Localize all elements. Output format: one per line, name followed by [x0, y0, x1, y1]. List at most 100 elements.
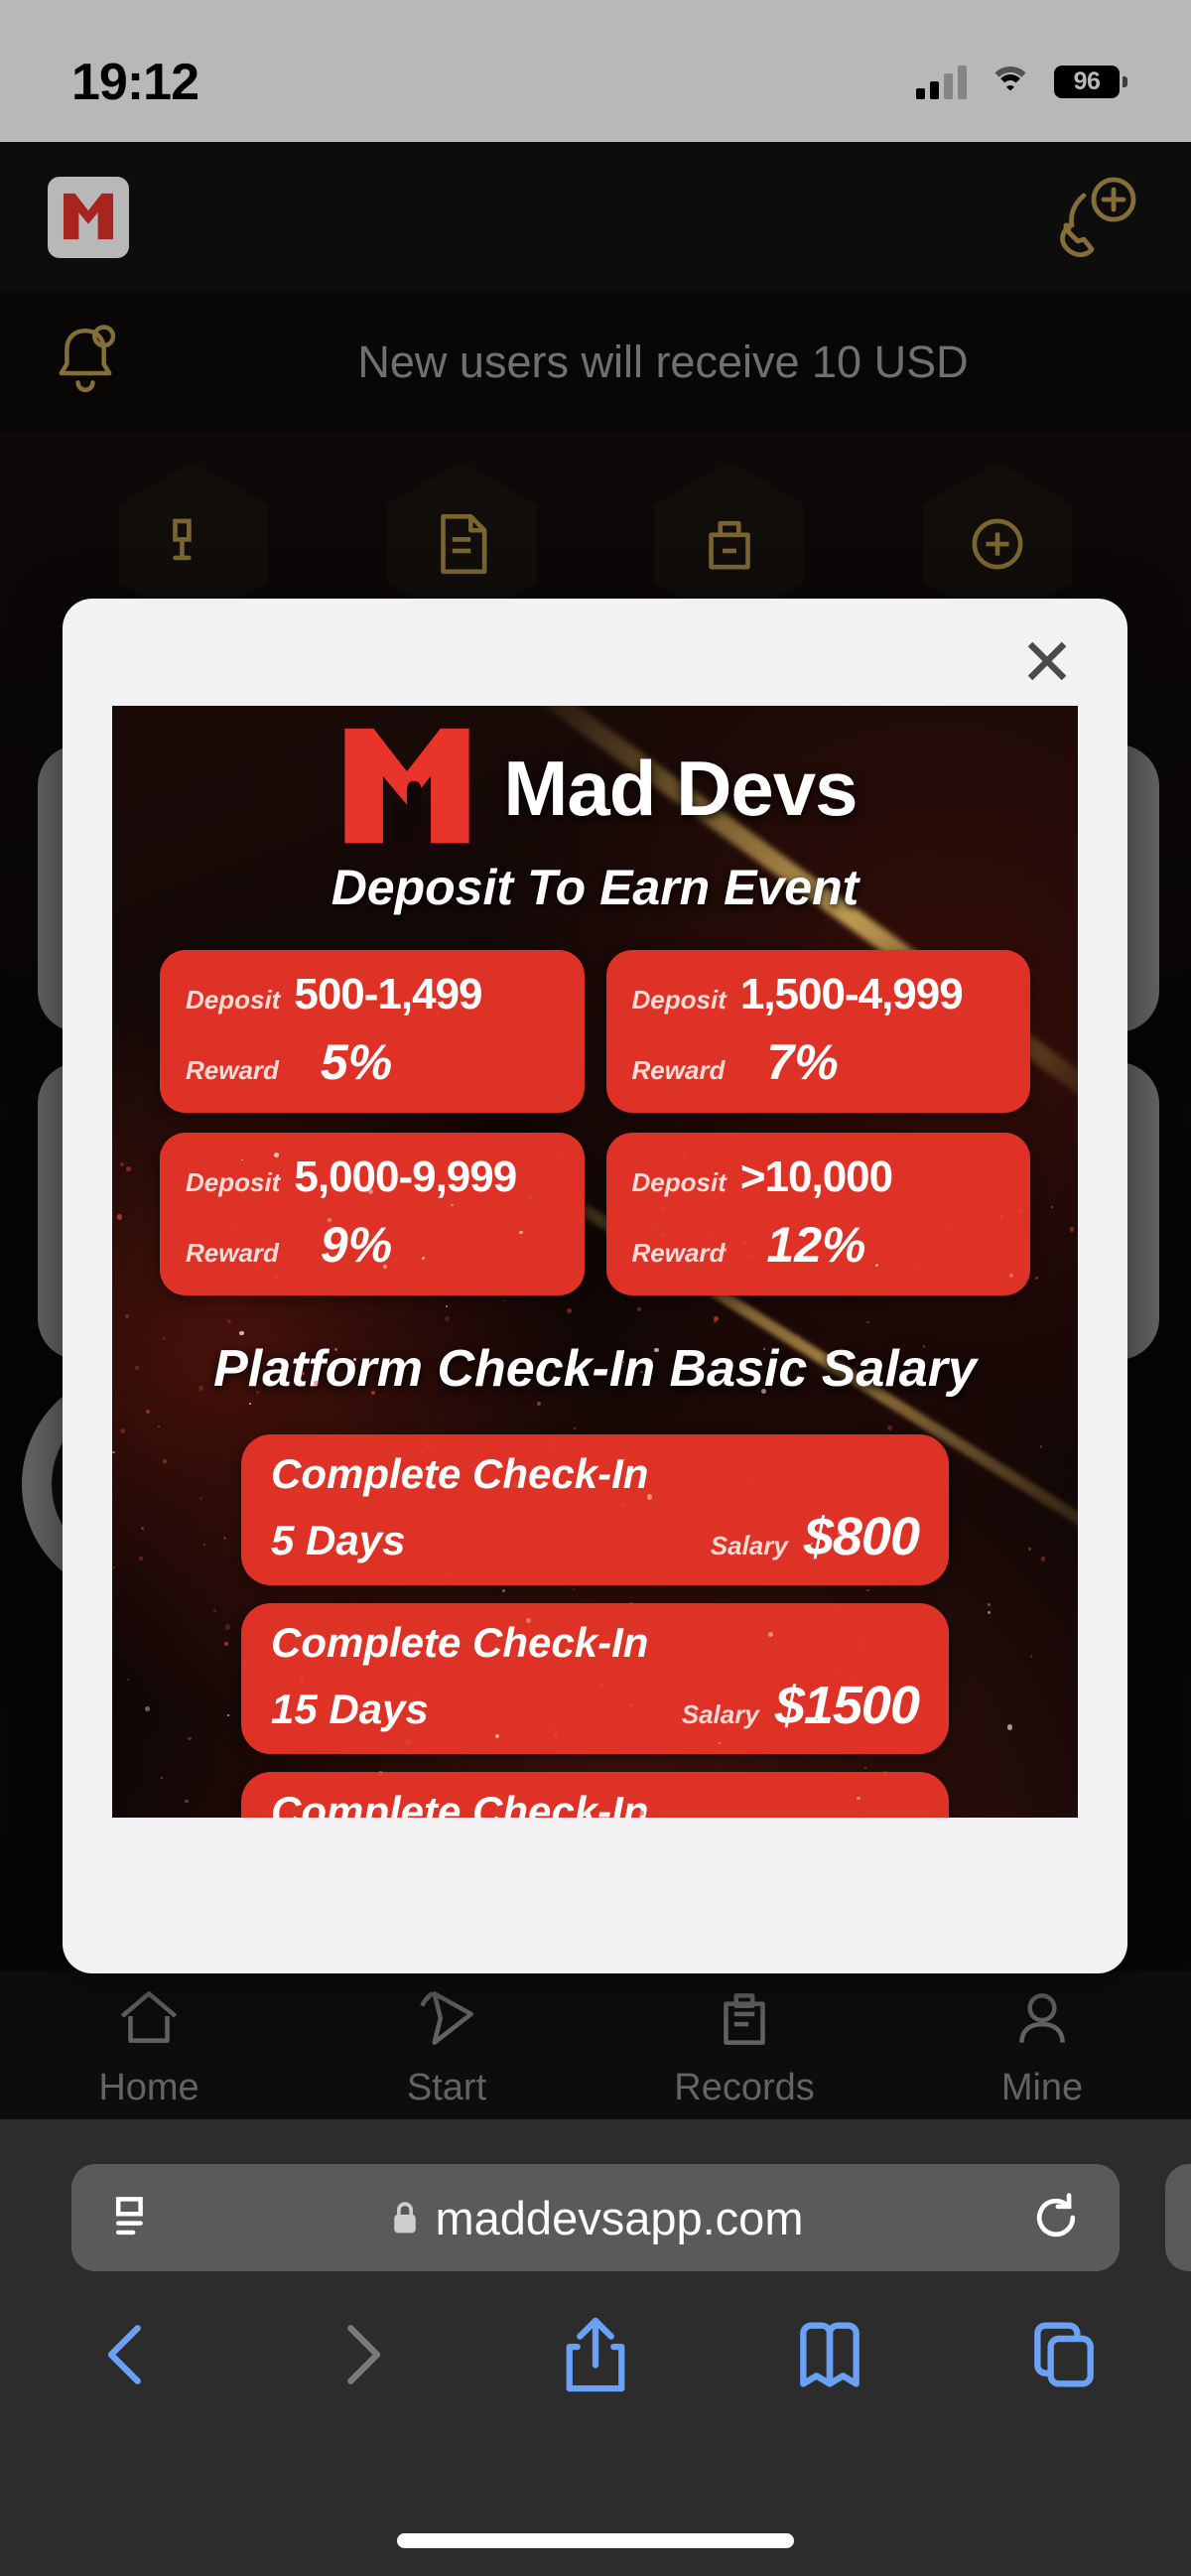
decorative-speck: [683, 1152, 686, 1155]
back-chevron-icon[interactable]: [79, 2307, 175, 2402]
decorative-speck: [163, 1458, 167, 1463]
decorative-speck: [630, 1704, 633, 1706]
decorative-speck: [742, 1241, 747, 1246]
deposit-range: >10,000: [739, 1152, 893, 1201]
decorative-speck: [301, 1371, 305, 1375]
decorative-speck: [328, 1218, 332, 1222]
decorative-speck: [1039, 1445, 1043, 1448]
reward-value: 7%: [766, 1034, 839, 1090]
checkin-row[interactable]: Complete Check-In 15 Days Salary $1500: [241, 1603, 949, 1754]
decorative-speck: [706, 1192, 710, 1196]
deposit-tiers-grid: Deposit 500-1,499 Reward 5% Deposit 1,50…: [112, 916, 1078, 1295]
decorative-speck: [500, 1490, 503, 1494]
decorative-speck: [445, 1304, 449, 1308]
checkin-days: 15 Days: [271, 1686, 429, 1732]
reward-label: Reward: [186, 1238, 279, 1268]
checkin-section-title: Platform Check-In Basic Salary: [213, 1340, 977, 1398]
decorative-speck: [405, 1739, 411, 1745]
decorative-speck: [231, 1229, 234, 1232]
event-title: Deposit To Earn Event: [331, 860, 860, 915]
decorative-speck: [546, 1726, 552, 1732]
safari-browser-chrome: maddevsapp.com: [0, 2119, 1191, 2576]
decorative-speck: [659, 1233, 664, 1237]
reward-label: Reward: [631, 1055, 726, 1085]
address-bar[interactable]: maddevsapp.com: [71, 2164, 1120, 2271]
decorative-speck: [913, 1269, 917, 1273]
decorative-speck: [212, 1608, 216, 1612]
decorative-speck: [815, 1717, 818, 1720]
close-icon[interactable]: ✕: [1012, 628, 1082, 698]
decorative-speck: [126, 1678, 129, 1681]
deposit-range: 500-1,499: [294, 970, 482, 1018]
decorative-speck: [536, 1402, 541, 1407]
decorative-speck: [188, 1736, 192, 1741]
home-indicator: [397, 2533, 794, 2548]
checkin-row[interactable]: Complete Check-In 5 Days Salary $800: [241, 1434, 949, 1585]
decorative-speck: [849, 1681, 855, 1687]
decorative-speck: [450, 1203, 454, 1207]
reload-icon[interactable]: [1014, 2190, 1084, 2245]
decorative-speck: [747, 1534, 751, 1538]
checkin-row[interactable]: Complete Check-In: [241, 1772, 949, 1818]
decorative-speck: [1040, 1557, 1046, 1561]
salary-label: Salary: [681, 1699, 759, 1729]
decorative-speck: [1069, 1227, 1075, 1232]
promo-banner: Mad Devs Deposit To Earn Event Deposit 5…: [112, 706, 1078, 1818]
adjacent-tab-edge[interactable]: [1165, 2164, 1191, 2271]
decorative-speck: [146, 1410, 150, 1414]
decorative-speck: [723, 1248, 728, 1252]
decorative-speck: [647, 1494, 653, 1500]
decorative-speck: [273, 1152, 279, 1157]
decorative-speck: [837, 1531, 843, 1536]
deposit-label: Deposit: [631, 985, 727, 1015]
reward-value: 12%: [766, 1217, 866, 1273]
decorative-speck: [750, 1478, 754, 1483]
decorative-speck: [119, 1162, 124, 1167]
deposit-range: 5,000-9,999: [294, 1152, 517, 1201]
deposit-tier-card[interactable]: Deposit 500-1,499 Reward 5%: [160, 950, 585, 1113]
decorative-speck: [334, 1347, 337, 1351]
decorative-speck: [501, 1588, 505, 1592]
promo-modal: ✕ Mad Devs Deposit To Earn Event Deposit: [63, 599, 1127, 1973]
tabs-icon[interactable]: [1016, 2307, 1112, 2402]
safari-url-row: maddevsapp.com: [0, 2119, 1191, 2271]
bookmarks-icon[interactable]: [782, 2307, 877, 2402]
decorative-speck: [694, 1710, 697, 1713]
decorative-speck: [185, 1799, 189, 1803]
decorative-speck: [555, 1152, 559, 1156]
reward-label: Reward: [186, 1055, 279, 1085]
decorative-speck: [1028, 1548, 1031, 1551]
decorative-speck: [762, 1347, 765, 1350]
decorative-speck: [653, 1227, 658, 1232]
decorative-speck: [711, 1230, 714, 1233]
reward-value: 9%: [320, 1217, 393, 1273]
decorative-speck: [125, 1313, 130, 1319]
reward-label: Reward: [631, 1238, 726, 1268]
decorative-speck: [226, 1319, 231, 1324]
decorative-speck: [239, 1330, 244, 1336]
decorative-speck: [621, 1360, 624, 1363]
decorative-speck: [1029, 1655, 1033, 1658]
forward-chevron-icon: [314, 2307, 409, 2402]
decorative-speck: [923, 1345, 926, 1348]
decorative-speck: [552, 1732, 559, 1738]
brand-name: Mad Devs: [503, 744, 858, 832]
checkin-days: 5 Days: [271, 1517, 406, 1563]
decorative-speck: [255, 1262, 258, 1265]
decorative-speck: [240, 1695, 244, 1697]
decorative-speck: [638, 1811, 644, 1817]
checkin-title: Complete Check-In: [271, 1788, 649, 1818]
decorative-speck: [914, 1263, 917, 1266]
decorative-speck: [1006, 1724, 1013, 1730]
share-icon[interactable]: [548, 2307, 643, 2402]
decorative-speck: [550, 1655, 553, 1658]
url-text: maddevsapp.com: [435, 2191, 804, 2244]
checkin-title: Complete Check-In: [271, 1450, 649, 1497]
deposit-tier-card[interactable]: Deposit 1,500-4,999 Reward 7%: [605, 950, 1030, 1113]
deposit-tier-card[interactable]: Deposit 5,000-9,999 Reward 9%: [160, 1133, 585, 1295]
page-settings-icon[interactable]: [107, 2190, 177, 2245]
decorative-speck: [445, 1315, 451, 1321]
deposit-tier-card[interactable]: Deposit >10,000 Reward 12%: [605, 1133, 1030, 1295]
decorative-speck: [760, 1256, 764, 1259]
decorative-speck: [376, 1810, 381, 1815]
